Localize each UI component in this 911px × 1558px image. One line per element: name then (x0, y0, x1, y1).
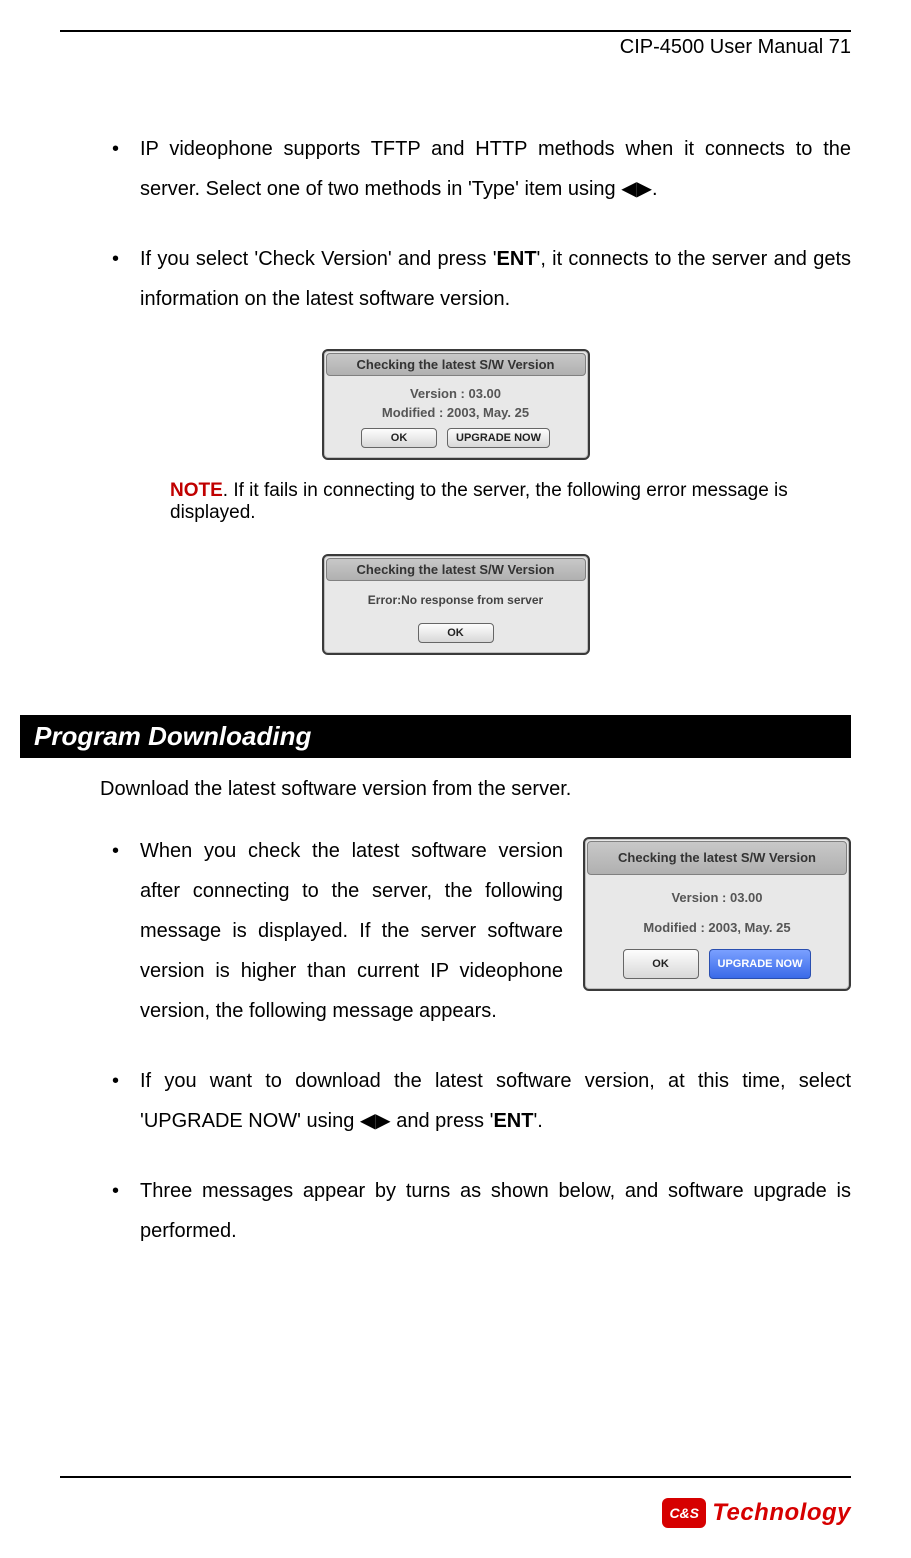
text: and press ' (391, 1110, 494, 1132)
text: IP videophone supports TFTP and HTTP met… (140, 138, 851, 200)
page: CIP-4500 User Manual 71 IP videophone su… (0, 0, 911, 1558)
logo-text: Technology (712, 1499, 851, 1527)
bottom-rule (60, 1476, 851, 1478)
note-text: . If it fails in connecting to the serve… (170, 480, 788, 523)
left-right-arrows-icon: ◀▶ (621, 178, 652, 200)
bullet-item-check-latest: Checking the latest S/W Version Version … (100, 831, 851, 1031)
top-bullet-list: IP videophone supports TFTP and HTTP met… (100, 129, 851, 319)
modified-line: Modified : 2003, May. 25 (593, 915, 841, 941)
header: CIP-4500 User Manual 71 (60, 36, 851, 59)
version-line: Version : 03.00 (332, 386, 580, 401)
note-line: NOTE. If it fails in connecting to the s… (170, 480, 851, 524)
bullet-item-type: IP videophone supports TFTP and HTTP met… (100, 129, 851, 209)
bullet-item-check-version: If you select 'Check Version' and press … (100, 239, 851, 319)
left-right-arrows-icon: ◀▶ (360, 1110, 391, 1132)
section-heading: Program Downloading (20, 715, 851, 758)
dialog-box: Checking the latest S/W Version Error:No… (322, 554, 590, 655)
ent-key: ENT (497, 248, 537, 270)
dialog-inline: Checking the latest S/W Version Version … (583, 837, 851, 991)
dialog-body: Version : 03.00 Modified : 2003, May. 25… (326, 376, 586, 456)
footer-logo: C&S Technology (662, 1498, 851, 1528)
page-number: 71 (829, 36, 851, 58)
modified-line: Modified : 2003, May. 25 (332, 405, 580, 420)
dialog-title: Checking the latest S/W Version (326, 558, 586, 581)
dialog-title: Checking the latest S/W Version (326, 353, 586, 376)
section-intro: Download the latest software version fro… (100, 778, 851, 801)
bullet-item-download: If you want to download the latest softw… (100, 1061, 851, 1141)
error-text: Error:No response from server (332, 593, 580, 607)
dialog-version-check: Checking the latest S/W Version Version … (60, 349, 851, 460)
text: Three messages appear by turns as shown … (140, 1180, 851, 1242)
dialog-error: Checking the latest S/W Version Error:No… (60, 554, 851, 655)
text: . (652, 178, 658, 200)
dialog-buttons: OK UPGRADE NOW (593, 949, 841, 979)
ok-button[interactable]: OK (418, 623, 494, 643)
ok-button[interactable]: OK (623, 949, 699, 979)
version-line: Version : 03.00 (593, 885, 841, 911)
text: If you select 'Check Version' and press … (140, 248, 497, 270)
ok-button[interactable]: OK (361, 428, 437, 448)
upgrade-now-button[interactable]: UPGRADE NOW (709, 949, 812, 979)
upgrade-now-button[interactable]: UPGRADE NOW (447, 428, 550, 448)
dialog-box: Checking the latest S/W Version Version … (583, 837, 851, 991)
bullet-item-three-messages: Three messages appear by turns as shown … (100, 1171, 851, 1251)
note-label: NOTE (170, 480, 223, 501)
top-rule (60, 30, 851, 32)
dialog-body: Error:No response from server OK (326, 581, 586, 651)
dialog-buttons: OK UPGRADE NOW (332, 428, 580, 448)
dialog-box: Checking the latest S/W Version Version … (322, 349, 590, 460)
dialog-body: Version : 03.00 Modified : 2003, May. 25… (587, 875, 847, 987)
ent-key: ENT (493, 1110, 533, 1132)
doc-title: CIP-4500 User Manual (620, 36, 823, 58)
bottom-bullet-list: Checking the latest S/W Version Version … (100, 831, 851, 1251)
dialog-title: Checking the latest S/W Version (587, 841, 847, 875)
logo-badge-icon: C&S (662, 1498, 706, 1528)
text: '. (533, 1110, 542, 1132)
dialog-buttons: OK (332, 623, 580, 643)
